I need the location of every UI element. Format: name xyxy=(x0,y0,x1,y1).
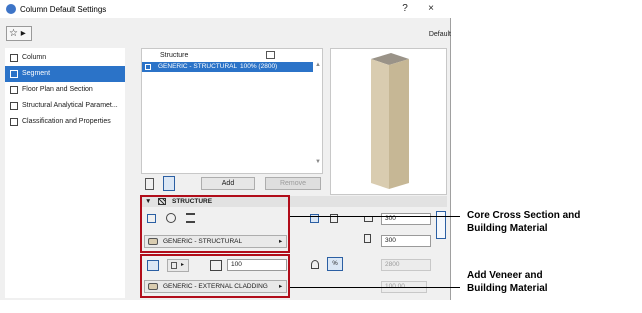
rotation-icon[interactable] xyxy=(311,260,319,269)
close-button[interactable]: × xyxy=(424,3,438,15)
chevron-right-icon: ▸ xyxy=(279,283,283,290)
window-title: Column Default Settings xyxy=(20,5,107,14)
column-right-face xyxy=(389,59,409,189)
floor-plan-icon xyxy=(10,86,18,94)
veneer-callout-line2: Building Material xyxy=(467,283,548,294)
segment-value: 100% (2800) xyxy=(240,63,278,70)
depth-input[interactable]: 300 xyxy=(381,235,431,247)
width-input[interactable]: 300 xyxy=(381,213,431,225)
core-callout-line xyxy=(290,216,460,217)
veneer-callout-line1: Add Veneer and xyxy=(467,270,543,281)
veneer-thickness-icon xyxy=(210,260,222,271)
remove-button[interactable]: Remove xyxy=(265,177,321,190)
material-swatch-icon xyxy=(148,238,158,245)
sidebar-item-column[interactable]: Column xyxy=(5,50,125,66)
veneer-material-select[interactable]: GENERIC - EXTERNAL CLADDING ▸ xyxy=(144,280,287,293)
height-input[interactable]: 2800 xyxy=(381,259,431,271)
veneer-callout-line xyxy=(290,287,460,288)
circular-section-icon[interactable] xyxy=(166,213,176,223)
uniform-column-icon[interactable] xyxy=(145,178,154,190)
percent-toggle[interactable]: % xyxy=(327,257,343,271)
segment-list: Structure GENERIC - STRUCTURAL 100% (280… xyxy=(141,48,323,174)
core-callout-line2: Building Material xyxy=(467,223,548,234)
column-3d-preview xyxy=(371,53,409,189)
app-icon xyxy=(6,4,16,14)
segment-icon xyxy=(10,70,18,78)
sidebar-item-floor-plan[interactable]: Floor Plan and Section xyxy=(5,82,125,98)
add-button[interactable]: Add xyxy=(201,177,255,190)
segment-row[interactable]: GENERIC - STRUCTURAL 100% (2800) xyxy=(142,62,313,72)
settings-sidebar: Column Segment Floor Plan and Section St… xyxy=(5,48,125,298)
scroll-down-icon[interactable]: ▼ xyxy=(314,159,322,169)
veneer-thickness-input[interactable]: 100 xyxy=(227,259,287,271)
core-callout-line1: Core Cross Section and xyxy=(467,210,581,221)
column-icon xyxy=(10,54,18,62)
sidebar-item-segment[interactable]: Segment xyxy=(5,66,125,82)
default-label[interactable]: Default xyxy=(429,31,451,38)
chevron-right-icon: ▸ xyxy=(279,238,283,245)
scroll-up-icon[interactable]: ▲ xyxy=(314,62,322,72)
sidebar-item-structural[interactable]: Structural Analytical Paramet... xyxy=(5,98,125,114)
structure-column-header: Structure xyxy=(160,52,189,59)
column-left-face xyxy=(371,59,389,189)
depth-icon xyxy=(364,234,371,243)
material-swatch-icon xyxy=(148,283,158,290)
segment-material: GENERIC - STRUCTURAL xyxy=(158,63,238,70)
column-preview xyxy=(330,48,447,195)
classification-icon xyxy=(10,118,18,126)
list-header: Structure xyxy=(142,49,322,61)
core-material-select[interactable]: GENERIC - STRUCTURAL ▸ xyxy=(144,235,287,248)
steel-profile-icon[interactable] xyxy=(186,213,195,223)
rectangular-section-icon[interactable] xyxy=(147,214,156,223)
favorites-button[interactable]: ☆ ▸ xyxy=(6,26,32,41)
help-button[interactable]: ? xyxy=(398,3,412,15)
veneer-style-select[interactable]: ▸ xyxy=(167,259,189,272)
structural-icon xyxy=(10,102,18,110)
drag-handle-icon[interactable] xyxy=(145,64,151,70)
sidebar-item-classification[interactable]: Classification and Properties xyxy=(5,114,125,130)
chevron-right-icon: ▸ xyxy=(181,262,185,268)
veneer-type-icon[interactable] xyxy=(147,260,159,271)
segment-type-icon xyxy=(266,51,275,59)
segmented-column-icon[interactable] xyxy=(163,176,175,191)
veneer-pattern-icon xyxy=(171,262,177,269)
